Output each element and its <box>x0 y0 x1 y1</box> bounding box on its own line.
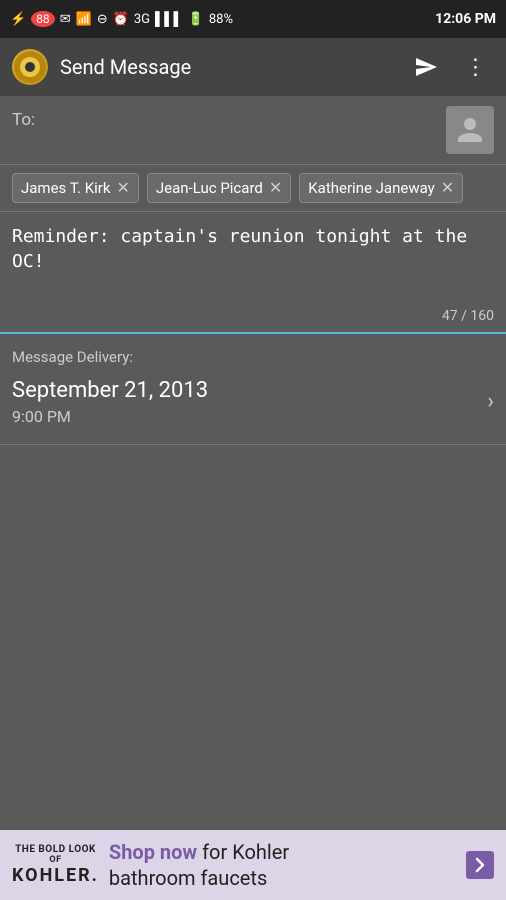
menu-button[interactable]: ⋮ <box>458 47 494 87</box>
recipients-row: James T. Kirk ✕ Jean-Luc Picard ✕ Kather… <box>0 165 506 212</box>
chip-remove-icon[interactable]: ✕ <box>269 180 282 196</box>
delivery-info: September 21, 2013 9:00 PM <box>12 378 208 426</box>
send-button[interactable] <box>406 47 446 87</box>
app-icon <box>12 49 48 85</box>
battery-percent: 88% <box>209 12 233 27</box>
delivery-section: Message Delivery: September 21, 2013 9:0… <box>0 334 506 445</box>
delivery-label: Message Delivery: <box>12 348 494 366</box>
status-icons: ⚡ 88 ✉ 📶 ⊖ ⏰ 3G ▌▌▌ 🔋 88% <box>10 11 233 27</box>
ad-bold-look: THE BOLD LOOK <box>15 844 96 855</box>
ad-cta-button[interactable] <box>466 851 494 879</box>
chip-label: Jean-Luc Picard <box>156 179 263 197</box>
notification-count: 88 <box>31 11 55 27</box>
ad-brand: KOHLER. <box>12 865 99 886</box>
page-title: Send Message <box>60 55 394 79</box>
chip-label: Katherine Janeway <box>308 179 434 197</box>
delivery-row[interactable]: September 21, 2013 9:00 PM › <box>12 378 494 434</box>
minus-icon: ⊖ <box>97 12 108 27</box>
chip-remove-icon[interactable]: ✕ <box>441 180 454 196</box>
battery-icon: 🔋 <box>188 12 204 27</box>
status-time: 12:06 PM <box>435 11 496 27</box>
to-input[interactable] <box>43 106 438 136</box>
to-row: To: <box>0 96 506 165</box>
chip-label: James T. Kirk <box>21 179 111 197</box>
status-bar: ⚡ 88 ✉ 📶 ⊖ ⏰ 3G ▌▌▌ 🔋 88% 12:06 PM <box>0 0 506 38</box>
chevron-right-icon: › <box>487 389 494 414</box>
network-label: 3G <box>134 12 150 27</box>
contact-picker-button[interactable] <box>446 106 494 154</box>
delivery-date: September 21, 2013 <box>12 378 208 403</box>
to-label: To: <box>12 106 35 130</box>
title-bar: Send Message ⋮ <box>0 38 506 96</box>
message-area: Reminder: captain's reunion tonight at t… <box>0 212 506 334</box>
signal-icon: 📶 <box>76 12 92 27</box>
signal-bars: ▌▌▌ <box>155 11 183 27</box>
ad-shop-now: Shop now <box>109 840 197 864</box>
ad-text: Shop now for Kohlerbathroom faucets <box>109 839 456 891</box>
chip-remove-icon[interactable]: ✕ <box>117 180 130 196</box>
clock: 12:06 PM <box>435 11 496 27</box>
chip-james-kirk[interactable]: James T. Kirk ✕ <box>12 173 139 203</box>
message-input[interactable]: Reminder: captain's reunion tonight at t… <box>12 224 494 300</box>
kohler-logo: THE BOLD LOOK OF KOHLER. <box>12 844 99 886</box>
chip-katherine-janeway[interactable]: Katherine Janeway ✕ <box>299 173 463 203</box>
ad-banner[interactable]: THE BOLD LOOK OF KOHLER. Shop now for Ko… <box>0 830 506 900</box>
usb-icon: ⚡ <box>10 12 26 27</box>
ad-of: OF <box>49 855 61 865</box>
delivery-time: 9:00 PM <box>12 407 208 426</box>
char-count: 47 / 160 <box>12 304 494 328</box>
chip-jean-luc-picard[interactable]: Jean-Luc Picard ✕ <box>147 173 291 203</box>
alarm-icon: ⏰ <box>113 12 129 27</box>
email-icon: ✉ <box>60 12 71 27</box>
